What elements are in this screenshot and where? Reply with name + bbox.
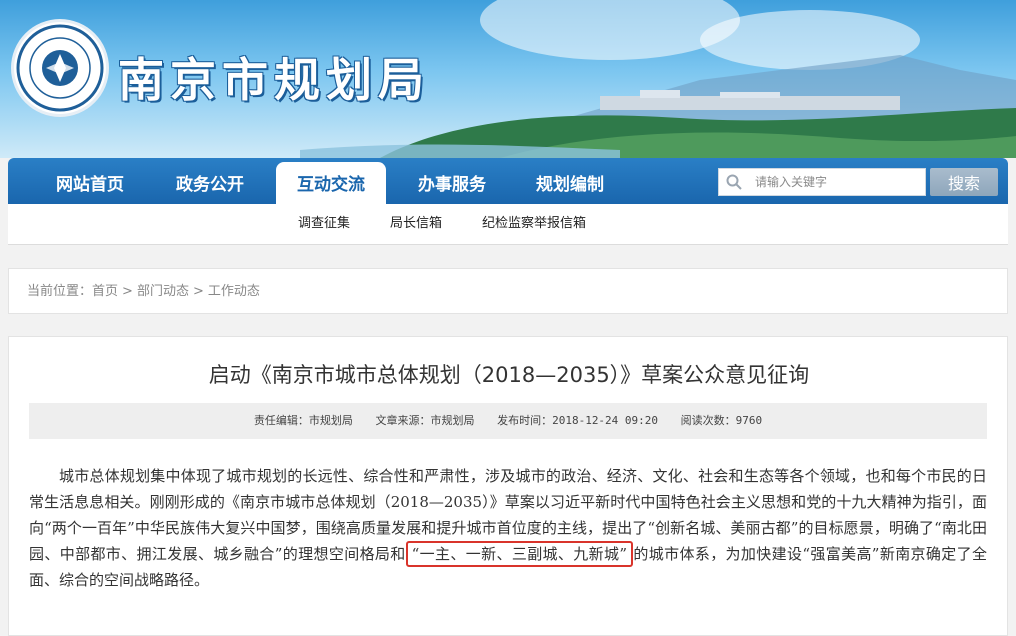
nav-planning[interactable]: 规划编制	[524, 158, 616, 204]
meta-editor: 责任编辑：市规划局	[253, 414, 353, 427]
subnav-director-mailbox[interactable]: 局长信箱	[390, 204, 442, 244]
article-meta: 责任编辑：市规划局 文章来源：市规划局 发布时间：2018-12-24 09:2…	[29, 403, 987, 439]
search-input[interactable]	[755, 169, 920, 195]
breadcrumb-department-news[interactable]: 部门动态	[137, 269, 189, 315]
breadcrumb-separator: >	[192, 284, 204, 299]
breadcrumb-work-news[interactable]: 工作动态	[208, 269, 260, 315]
breadcrumb: 当前位置：首页 > 部门动态 > 工作动态	[8, 268, 1008, 314]
search-box	[718, 168, 926, 196]
breadcrumb-prefix: 当前位置：	[27, 284, 93, 299]
subnav-survey[interactable]: 调查征集	[298, 204, 350, 244]
nav-home[interactable]: 网站首页	[44, 158, 136, 204]
meta-source: 文章来源：市规划局	[375, 414, 475, 427]
breadcrumb-home[interactable]: 首页	[92, 269, 118, 315]
search-icon	[726, 174, 742, 190]
nav-services[interactable]: 办事服务	[406, 158, 498, 204]
sub-nav: 调查征集 局长信箱 纪检监察举报信箱	[8, 204, 1008, 245]
article-title: 启动《南京市城市总体规划（2018—2035）》草案公众意见征询	[208, 363, 810, 387]
breadcrumb-separator: >	[122, 284, 133, 299]
meta-published: 发布时间：2018-12-24 09:20	[497, 414, 659, 427]
header-banner: 南京市规划局	[0, 0, 1016, 158]
main-nav: 网站首页 政务公开 互动交流 办事服务 规划编制 搜索	[8, 158, 1008, 204]
site-title: 南京市规划局	[118, 53, 430, 107]
municipal-seal-icon	[16, 24, 104, 112]
subnav-discipline-mailbox[interactable]: 纪检监察举报信箱	[482, 204, 586, 244]
search-button[interactable]: 搜索	[930, 168, 998, 196]
highlighted-phrase: “一主、一新、三副城、九新城”	[405, 541, 634, 567]
meta-views: 阅读次数：9760	[680, 414, 763, 427]
nav-interaction[interactable]: 互动交流	[276, 162, 386, 204]
article-panel: 启动《南京市城市总体规划（2018—2035）》草案公众意见征询 责任编辑：市规…	[8, 336, 1008, 636]
logo[interactable]	[14, 22, 106, 114]
article-body: 城市总体规划集中体现了城市规划的长远性、综合性和严肃性，涉及城市的政治、经济、文…	[29, 463, 987, 593]
nav-government-affairs[interactable]: 政务公开	[164, 158, 256, 204]
